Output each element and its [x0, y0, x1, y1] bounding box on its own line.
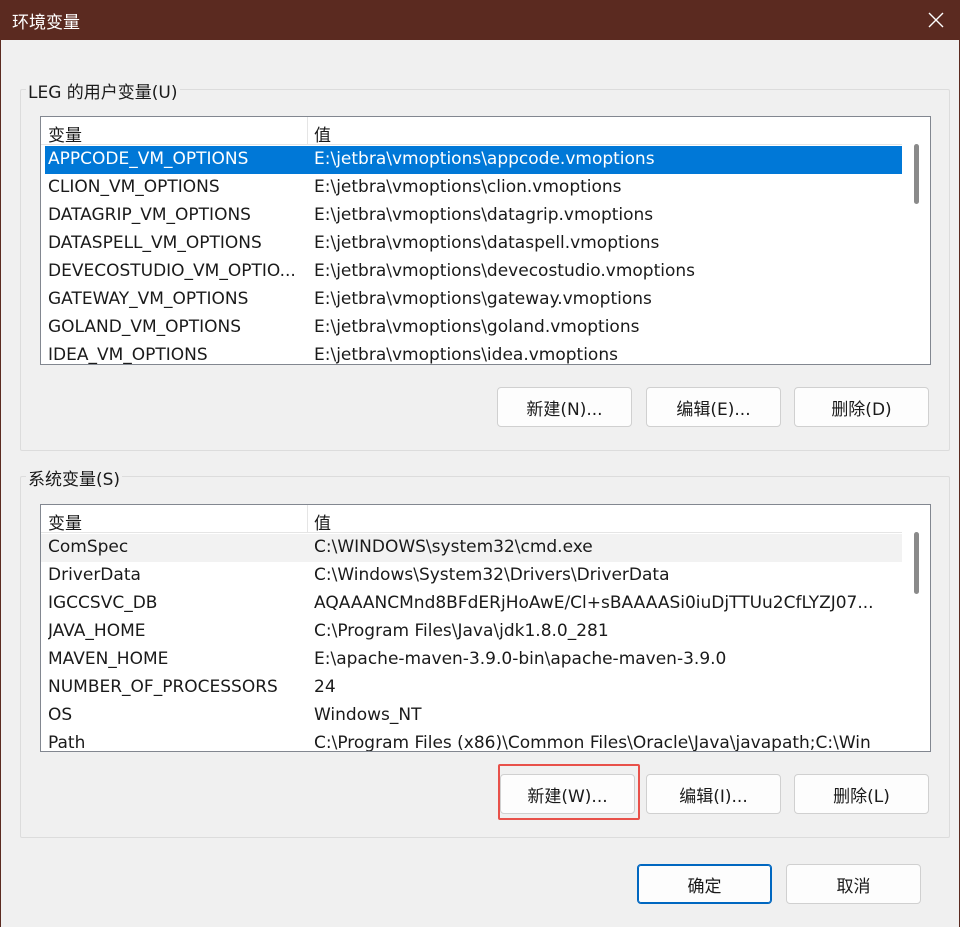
close-icon — [928, 12, 944, 28]
system-vars-rows: ComSpec C:\WINDOWS\system32\cmd.exe Driver… — [41, 534, 903, 752]
ok-button[interactable]: 确定 — [637, 864, 772, 904]
scrollbar-thumb[interactable] — [914, 144, 919, 204]
user-delete-button[interactable]: 删除(D) — [794, 387, 929, 427]
variable-value: C:\Program Files\Java\jdk1.8.0_281 — [314, 621, 609, 641]
system-new-button[interactable]: 新建(W)... — [500, 774, 635, 814]
variable-name: DATASPELL_VM_OPTIONS — [48, 233, 262, 253]
user-edit-button[interactable]: 编辑(E)... — [646, 387, 781, 427]
variable-name: MAVEN_HOME — [48, 649, 169, 669]
variable-name: Path — [48, 733, 86, 752]
close-button[interactable] — [912, 0, 960, 40]
cancel-button[interactable]: 取消 — [786, 864, 921, 904]
variable-value: Windows_NT — [314, 705, 422, 725]
system-vars-list[interactable]: 变量 值 ComSpec C:\WINDOWS\system32\cmd.exe D… — [40, 504, 931, 752]
user-vars-rows: APPCODE_VM_OPTIONS E:\jetbra\vmoptions\ap… — [41, 146, 907, 365]
variable-value: C:\Program Files (x86)\Common Files\Orac… — [314, 733, 871, 752]
table-row[interactable]: APPCODE_VM_OPTIONS E:\jetbra\vmoptions\ap… — [45, 146, 907, 174]
variable-name: GATEWAY_VM_OPTIONS — [48, 289, 249, 309]
variable-name: GOLAND_VM_OPTIONS — [48, 317, 242, 337]
table-row[interactable]: DEVECOSTUDIO_VM_OPTIO... E:\jetbra\vmopti… — [41, 258, 903, 286]
table-row[interactable]: IDEA_VM_OPTIONS E:\jetbra\vmoptions\idea.… — [41, 342, 903, 365]
system-edit-button[interactable]: 编辑(I)... — [646, 774, 781, 814]
user-vars-list[interactable]: 变量 值 APPCODE_VM_OPTIONS E:\jetbra\vmoptio… — [40, 116, 931, 365]
variable-name: CLION_VM_OPTIONS — [48, 177, 220, 197]
column-separator[interactable] — [307, 117, 308, 145]
window-title: 环境变量 — [12, 13, 80, 33]
title-bar: 环境变量 — [0, 0, 960, 40]
variable-value: AQAAANCMnd8BFdERjHoAwE/Cl+sBAAAASi0iuDjT… — [314, 593, 874, 613]
variable-name: JAVA_HOME — [48, 621, 146, 641]
variable-name: DEVECOSTUDIO_VM_OPTIO... — [48, 261, 296, 281]
table-row[interactable]: JAVA_HOME C:\Program Files\Java\jdk1.8.0_… — [41, 618, 903, 646]
variable-value: E:\apache-maven-3.9.0-bin\apache-maven-3… — [314, 649, 727, 669]
variable-name: APPCODE_VM_OPTIONS — [48, 149, 249, 169]
table-row[interactable]: CLION_VM_OPTIONS E:\jetbra\vmoptions\clio… — [41, 174, 903, 202]
variable-value: E:\jetbra\vmoptions\gateway.vmoptions — [314, 289, 652, 309]
column-header-value[interactable]: 值 — [314, 509, 331, 534]
system-vars-group-label: 系统变量(S) — [26, 465, 123, 490]
variable-value: C:\Windows\System32\Drivers\DriverData — [314, 565, 670, 585]
variable-name: ComSpec — [48, 537, 129, 557]
variable-value: E:\jetbra\vmoptions\clion.vmoptions — [314, 177, 622, 197]
variable-value: 24 — [314, 677, 336, 697]
user-vars-group-label: LEG 的用户变量(U) — [26, 78, 180, 103]
list-header: 变量 值 — [41, 505, 903, 534]
variable-value: E:\jetbra\vmoptions\datagrip.vmoptions — [314, 205, 654, 225]
user-vars-scrollbar[interactable] — [902, 117, 930, 364]
variable-value: E:\jetbra\vmoptions\goland.vmoptions — [314, 317, 640, 337]
table-row[interactable]: GOLAND_VM_OPTIONS E:\jetbra\vmoptions\gol… — [41, 314, 903, 342]
variable-value: E:\jetbra\vmoptions\appcode.vmoptions — [314, 149, 655, 169]
column-separator[interactable] — [307, 505, 308, 533]
column-header-name[interactable]: 变量 — [48, 509, 82, 534]
table-row[interactable]: IGCCSVC_DB AQAAANCMnd8BFdERjHoAwE/Cl+sBAA… — [41, 590, 903, 618]
table-row[interactable]: ComSpec C:\WINDOWS\system32\cmd.exe — [41, 534, 903, 562]
variable-name: IDEA_VM_OPTIONS — [48, 345, 208, 365]
scrollbar-thumb[interactable] — [914, 532, 919, 594]
variable-name: IGCCSVC_DB — [48, 593, 158, 613]
table-row[interactable]: MAVEN_HOME E:\apache-maven-3.9.0-bin\apac… — [41, 646, 903, 674]
variable-value: E:\jetbra\vmoptions\idea.vmoptions — [314, 345, 618, 365]
system-delete-button[interactable]: 删除(L) — [794, 774, 929, 814]
variable-value: E:\jetbra\vmoptions\dataspell.vmoptions — [314, 233, 660, 253]
table-row[interactable]: NUMBER_OF_PROCESSORS 24 — [41, 674, 903, 702]
table-row[interactable]: DriverData C:\Windows\System32\Drivers\Dr… — [41, 562, 903, 590]
variable-name: OS — [48, 705, 73, 725]
variable-name: DriverData — [48, 565, 141, 585]
table-row[interactable]: Path C:\Program Files (x86)\Common Files\… — [41, 730, 903, 752]
variable-name: DATAGRIP_VM_OPTIONS — [48, 205, 251, 225]
column-header-value[interactable]: 值 — [314, 121, 331, 146]
user-new-button[interactable]: 新建(N)... — [497, 387, 632, 427]
variable-value: C:\WINDOWS\system32\cmd.exe — [314, 537, 593, 557]
variable-value: E:\jetbra\vmoptions\devecostudio.vmoptio… — [314, 261, 695, 281]
table-row[interactable]: DATASPELL_VM_OPTIONS E:\jetbra\vmoptions\… — [41, 230, 903, 258]
table-row[interactable]: OS Windows_NT — [41, 702, 903, 730]
system-vars-scrollbar[interactable] — [902, 505, 930, 751]
list-header: 变量 值 — [41, 117, 903, 146]
table-row[interactable]: DATAGRIP_VM_OPTIONS E:\jetbra\vmoptions\d… — [41, 202, 903, 230]
column-header-name[interactable]: 变量 — [48, 121, 82, 146]
table-row[interactable]: GATEWAY_VM_OPTIONS E:\jetbra\vmoptions\ga… — [41, 286, 903, 314]
variable-name: NUMBER_OF_PROCESSORS — [48, 677, 278, 697]
